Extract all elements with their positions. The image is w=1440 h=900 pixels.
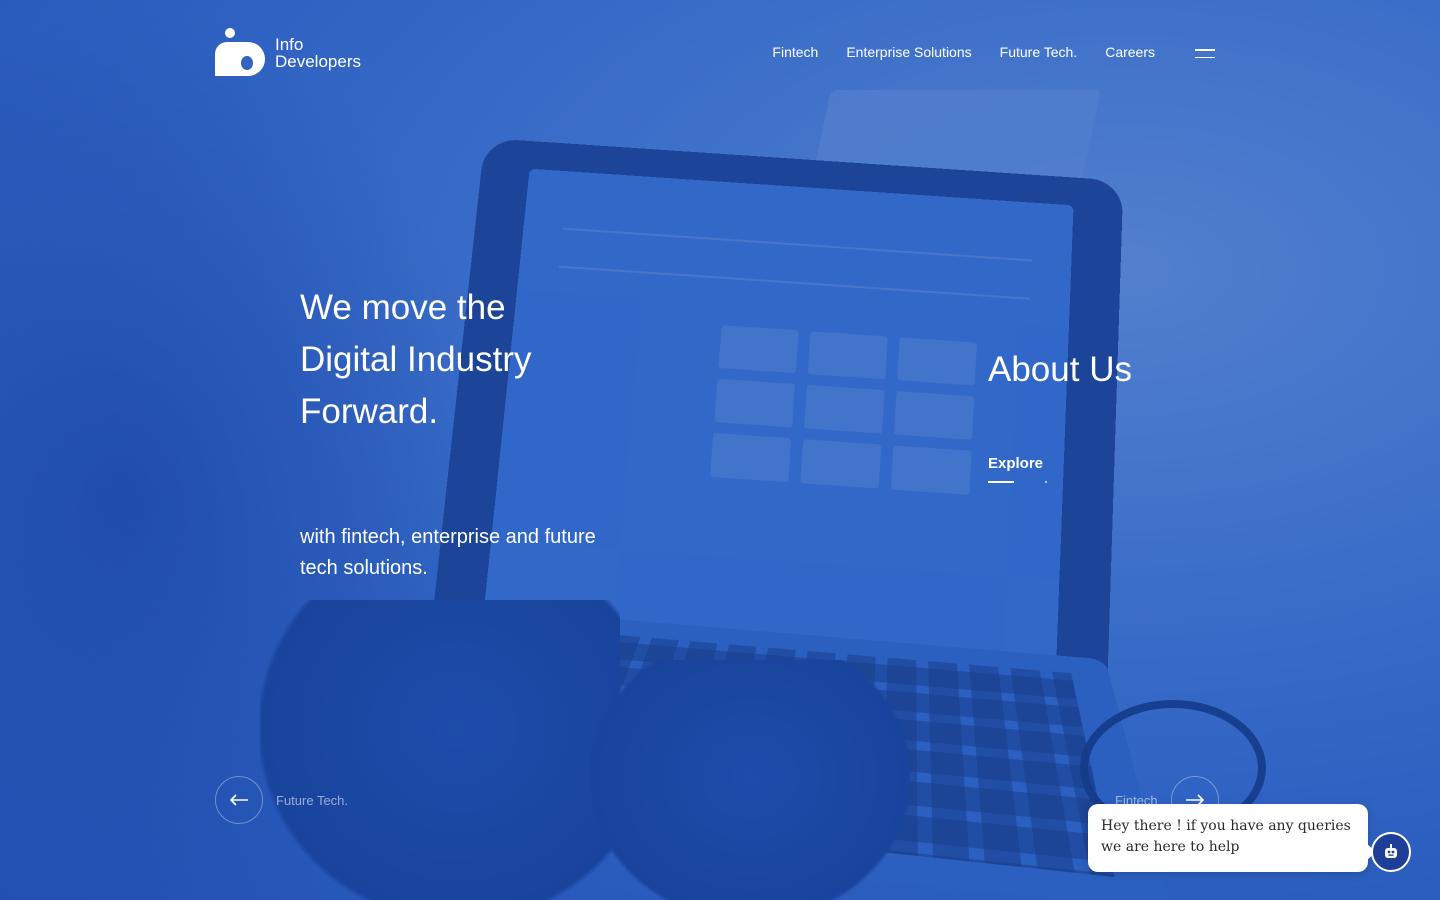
brand-name-line1: Info [275, 35, 304, 54]
main-nav: Fintech Enterprise Solutions Future Tech… [772, 44, 1155, 60]
nav-item-fintech[interactable]: Fintech [772, 44, 818, 60]
nav-item-careers[interactable]: Careers [1105, 44, 1155, 60]
explore-link[interactable]: Explore [988, 455, 1043, 472]
arrow-left-icon [215, 776, 263, 824]
hero-headline-line1: We move the [300, 288, 506, 327]
hamburger-icon[interactable] [1195, 49, 1215, 59]
hero-background-image [0, 0, 1440, 900]
hero-headline-line2: Digital Industry [300, 340, 532, 379]
slider-prev-label: Future Tech. [276, 792, 349, 808]
explore-progress-dot [1045, 481, 1047, 483]
brand-name-line2: Developers [275, 52, 361, 71]
nav-item-future-tech[interactable]: Future Tech. [1000, 44, 1078, 60]
chat-greeting-bubble[interactable]: Hey there ! if you have any queries we a… [1088, 804, 1376, 872]
hero-subline: with fintech, enterprise and future tech… [300, 526, 596, 579]
explore-underline [988, 481, 1014, 483]
brand-logo[interactable]: Info Developers [215, 27, 361, 79]
chat-launcher-button[interactable] [1371, 832, 1411, 872]
nav-item-enterprise-solutions[interactable]: Enterprise Solutions [846, 44, 971, 60]
brand-name: Info Developers [275, 36, 361, 70]
slider-prev-button[interactable]: Future Tech. [215, 776, 348, 824]
hero-headline-line3: Forward. [300, 392, 439, 431]
about-title: About Us [988, 350, 1132, 389]
hero-headline: We move the Digital Industry Forward. [300, 282, 720, 438]
logo-mark-icon [215, 28, 267, 78]
robot-icon [1385, 844, 1397, 858]
